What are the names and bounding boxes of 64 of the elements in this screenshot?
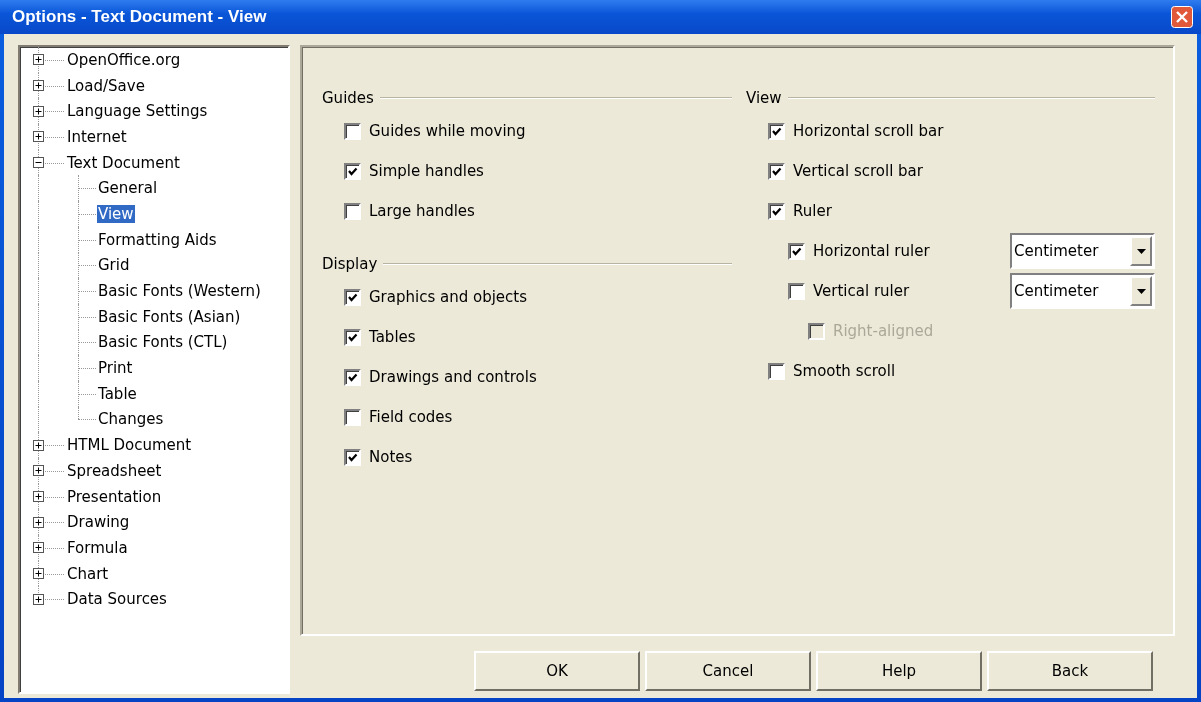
checkbox[interactable] [344, 122, 361, 140]
close-icon[interactable] [1171, 6, 1193, 28]
tree-item[interactable]: Spreadsheet [66, 461, 163, 480]
window-title: Options - Text Document - View [12, 7, 268, 27]
tree-item[interactable]: Language Settings [66, 102, 209, 121]
checkbox-label[interactable]: Tables [369, 328, 416, 346]
dialog-button[interactable]: OK [474, 651, 640, 691]
checkbox-label[interactable]: Large handles [369, 202, 475, 220]
checkbox-label[interactable]: Notes [369, 448, 413, 466]
tree-item[interactable]: Load/Save [66, 76, 146, 95]
expand-icon[interactable] [33, 131, 44, 143]
tree-item[interactable]: Changes [97, 410, 165, 429]
section-heading: Guides [322, 89, 374, 107]
section-heading: View [746, 89, 782, 107]
checkbox-label[interactable]: Simple handles [369, 162, 484, 180]
tree-item[interactable]: View [97, 204, 135, 223]
checkbox[interactable] [344, 368, 361, 386]
dialog-button[interactable]: Back [987, 651, 1153, 691]
expand-icon[interactable] [33, 465, 44, 477]
expand-icon[interactable] [33, 542, 44, 554]
unit-dropdown[interactable]: Centimeter [1010, 233, 1155, 269]
tree-item[interactable]: Basic Fonts (Asian) [97, 307, 242, 326]
expand-icon[interactable] [33, 593, 44, 605]
checkbox[interactable] [768, 162, 785, 180]
checkbox[interactable] [768, 202, 785, 220]
expand-icon[interactable] [33, 516, 44, 528]
tree-item[interactable]: Formatting Aids [97, 230, 218, 249]
checkbox[interactable] [788, 242, 805, 260]
checkbox-label[interactable]: Ruler [793, 202, 832, 220]
checkbox-label[interactable]: Graphics and objects [369, 288, 528, 306]
tree-item[interactable]: Basic Fonts (Western) [97, 282, 262, 301]
expand-icon[interactable] [33, 105, 44, 117]
caret-icon [1136, 248, 1146, 254]
checkbox[interactable] [344, 288, 361, 306]
section-heading: Display [322, 255, 378, 273]
checkbox-label[interactable]: Horizontal scroll bar [793, 122, 944, 140]
unit-dropdown[interactable]: Centimeter [1010, 273, 1155, 309]
expand-icon[interactable] [33, 568, 44, 580]
expand-icon[interactable] [33, 54, 44, 66]
expand-icon[interactable] [33, 439, 44, 451]
tree-item[interactable]: Basic Fonts (CTL) [97, 333, 229, 352]
checkbox[interactable] [344, 328, 361, 346]
checkbox-label[interactable]: Guides while moving [369, 122, 526, 140]
dialog-button[interactable]: Help [816, 651, 982, 691]
checkbox[interactable] [344, 408, 361, 426]
caret-icon [1136, 288, 1146, 294]
tree-item[interactable]: Drawing [66, 513, 131, 532]
checkbox-label[interactable]: Drawings and controls [369, 368, 537, 386]
checkbox-label[interactable]: Field codes [369, 408, 453, 426]
checkbox[interactable] [344, 202, 361, 220]
checkbox[interactable] [344, 448, 361, 466]
expand-icon[interactable] [33, 157, 44, 169]
checkbox[interactable] [788, 282, 805, 300]
expand-icon[interactable] [33, 491, 44, 503]
checkbox-label[interactable]: Vertical ruler [813, 282, 910, 300]
dialog-button[interactable]: Cancel [645, 651, 811, 691]
tree-item[interactable]: OpenOffice.org [66, 50, 182, 69]
expand-icon[interactable] [33, 80, 44, 92]
checkbox[interactable] [768, 122, 785, 140]
checkbox-label[interactable]: Horizontal ruler [813, 242, 930, 260]
checkbox-label[interactable]: Vertical scroll bar [793, 162, 923, 180]
checkbox[interactable] [344, 162, 361, 180]
checkbox[interactable] [768, 362, 785, 380]
checkbox-label[interactable]: Smooth scroll [793, 362, 896, 380]
